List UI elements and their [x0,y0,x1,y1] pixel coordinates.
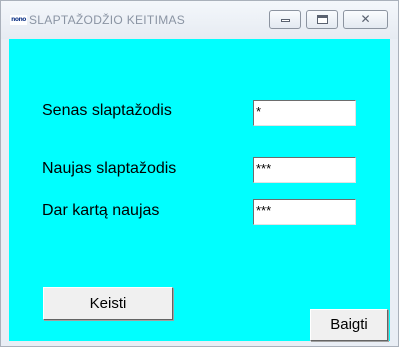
app-icon: nono [10,15,27,25]
maximize-icon [317,15,328,24]
repeat-password-field[interactable]: *** [253,199,356,225]
new-password-label: Naujas slaptažodis [42,160,177,177]
minimize-button[interactable] [269,10,301,29]
finish-button[interactable]: Baigti [310,309,388,341]
repeat-password-label: Dar kartą naujas [42,202,160,219]
form-area: Senas slaptažodis * Naujas slaptažodis *… [9,39,390,341]
maximize-button[interactable] [306,10,338,29]
new-password-field[interactable]: *** [253,157,356,183]
window-title: SLAPTAŽODŽIO KEITIMAS [29,13,186,27]
minimize-icon [281,19,290,22]
old-password-label: Senas slaptažodis [42,102,172,119]
close-button[interactable]: ✕ [343,10,388,29]
old-password-field[interactable]: * [253,100,356,126]
title-bar[interactable]: nono SLAPTAŽODŽIO KEITIMAS ✕ [1,1,398,39]
change-button[interactable]: Keisti [43,287,173,320]
close-icon: ✕ [360,12,371,26]
password-change-window: nono SLAPTAŽODŽIO KEITIMAS ✕ Senas slapt… [0,0,399,347]
